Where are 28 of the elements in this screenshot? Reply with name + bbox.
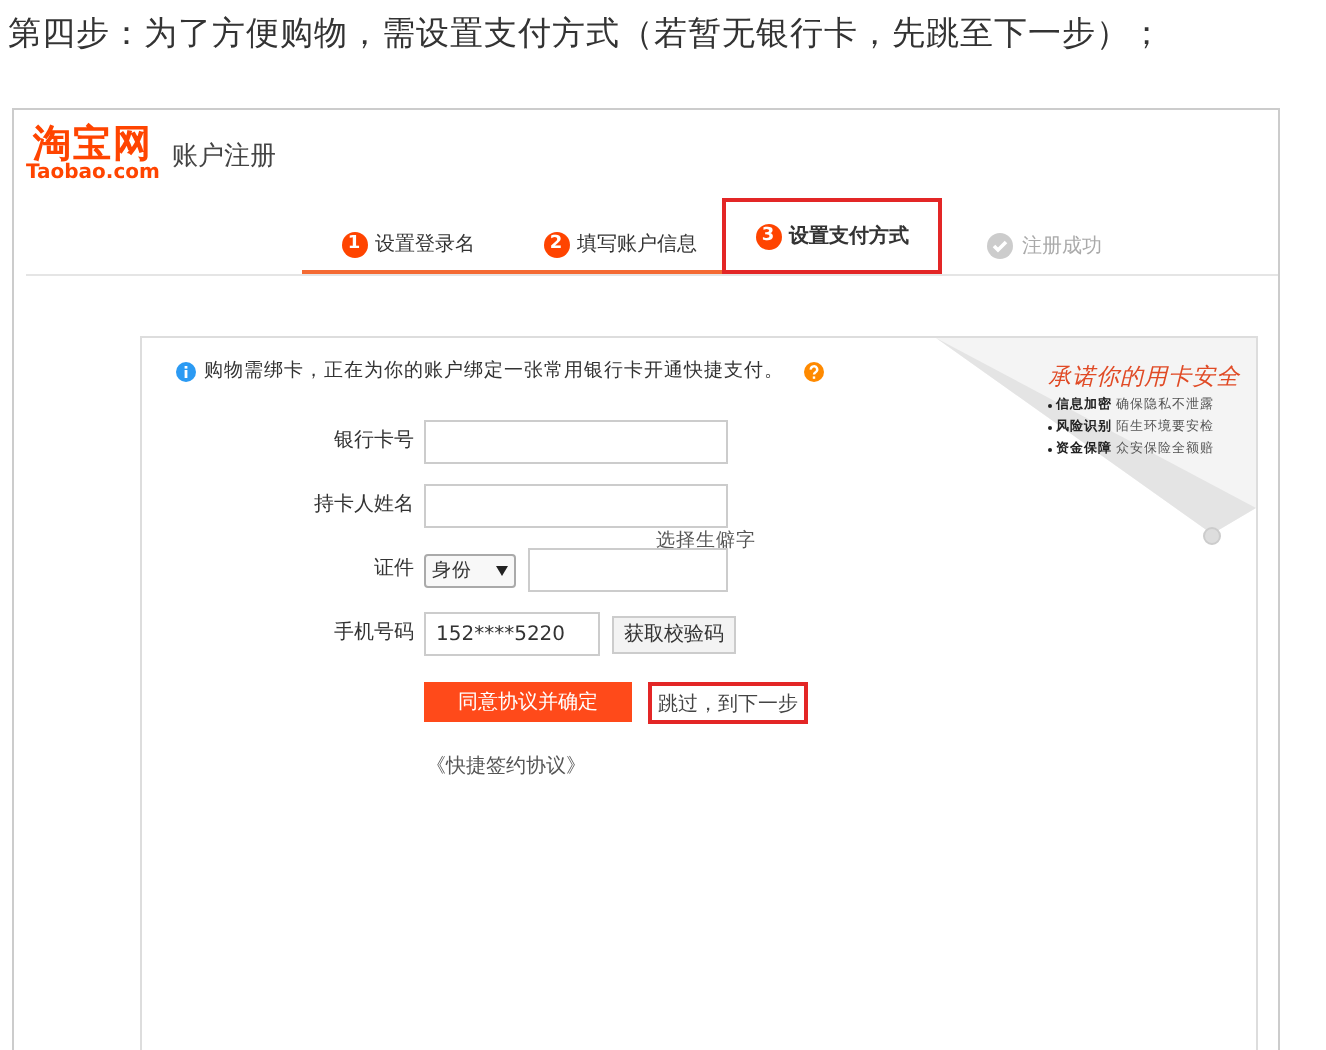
step-heading: 第四步：为了方便购物，需设置支付方式（若暂无银行卡，先跳至下一步）； — [6, 12, 1166, 56]
page-title: 账户注册 — [171, 140, 276, 174]
check-circle-icon — [986, 232, 1014, 260]
step-label: 设置支付方式 — [789, 222, 909, 250]
step-label: 注册成功 — [1022, 233, 1102, 260]
field-label: 证件 — [372, 556, 414, 584]
rare-character-link[interactable]: 选择生僻字 — [656, 528, 756, 554]
notice-text: 购物需绑卡，正在为你的账户绑定一张常用银行卡开通快捷支付。 — [204, 358, 784, 384]
dropdown-arrow-icon — [496, 565, 508, 575]
field-label: 手机号码 — [332, 619, 414, 648]
id-number-field[interactable] — [528, 548, 728, 592]
get-code-button[interactable]: 获取校验码 — [612, 615, 736, 653]
field-label: 银行卡号 — [332, 427, 414, 456]
info-icon — [176, 361, 196, 381]
agreement-link[interactable]: 《快捷签约协议》 — [426, 752, 1256, 780]
step-label: 填写账户信息 — [577, 231, 697, 258]
skip-button[interactable]: 跳过，到下一步 — [648, 682, 808, 724]
field-label: 持卡人姓名 — [312, 491, 414, 520]
id-type-dropdown[interactable]: 身份 — [424, 553, 516, 587]
help-icon[interactable] — [804, 361, 824, 381]
text-field[interactable] — [424, 420, 728, 464]
step-number: 3 — [755, 223, 781, 249]
step-label: 设置登录名 — [375, 231, 475, 258]
text-field[interactable] — [424, 484, 728, 528]
promo-title: 承诺你的用卡安全 — [1048, 362, 1240, 392]
step-number: 2 — [543, 231, 569, 257]
phone-field[interactable]: 152****5220 — [424, 612, 600, 656]
step-number: 1 — [341, 231, 367, 257]
